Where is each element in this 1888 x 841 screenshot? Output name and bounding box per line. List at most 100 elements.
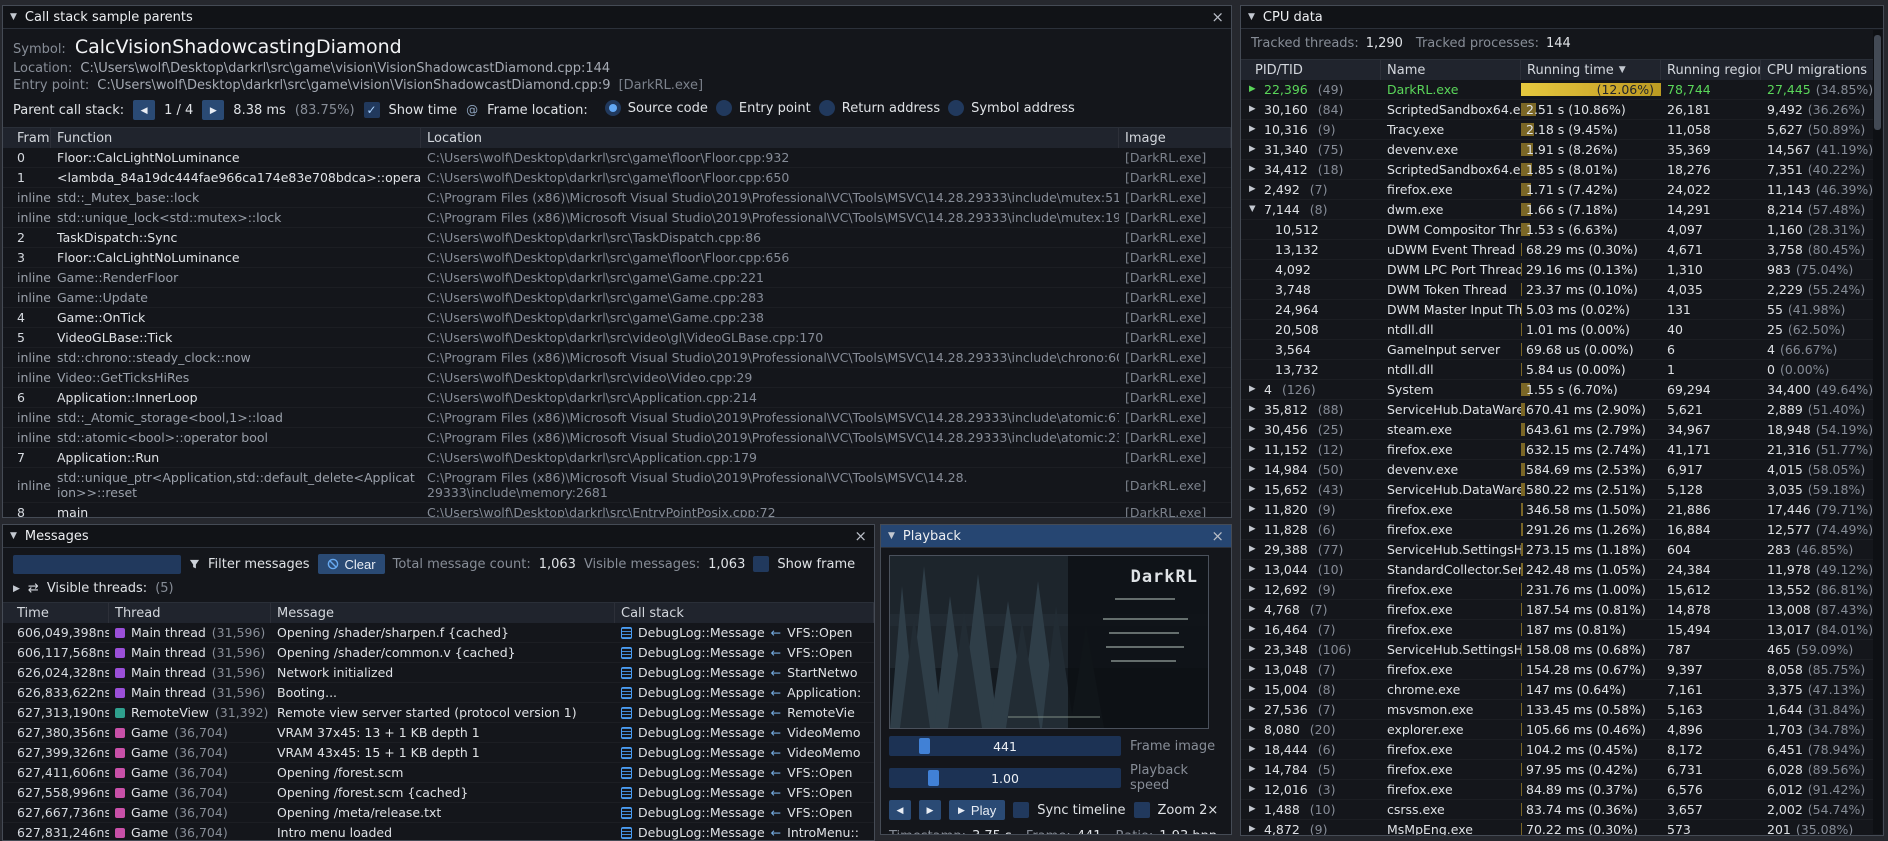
message-row[interactable]: 627,831,246nsGame(36,704)Intro menu load…: [3, 823, 874, 840]
show-frame-checkbox[interactable]: [753, 556, 769, 572]
message-row[interactable]: 626,833,622nsMain thread(31,596)Booting.…: [3, 683, 874, 703]
expand-icon[interactable]: ▶: [1249, 822, 1258, 835]
message-row[interactable]: 626,024,328nsMain thread(31,596)Network …: [3, 663, 874, 683]
column-header-running-regions[interactable]: Running regions: [1661, 60, 1761, 80]
message-row[interactable]: 627,380,356nsGame(36,704)VRAM 37x45: 13 …: [3, 723, 874, 743]
callstack-frame-row[interactable]: 2TaskDispatch::SyncC:\Users\wolf\Desktop…: [3, 228, 1231, 248]
collapse-icon[interactable]: ▼: [10, 532, 17, 541]
slider-grab[interactable]: [928, 770, 939, 786]
callstack-cell[interactable]: DebugLog::Message←VFS::Open: [615, 643, 874, 662]
slider-grab[interactable]: [919, 738, 930, 754]
callstack-frame-row[interactable]: inlinestd::_Atomic_storage<bool,1>::load…: [3, 408, 1231, 428]
expand-icon[interactable]: ▶: [1249, 482, 1258, 497]
expand-icon[interactable]: ▶: [1249, 662, 1258, 677]
collapse-icon[interactable]: ▼: [888, 532, 895, 541]
column-header-callstack[interactable]: Call stack: [615, 603, 874, 623]
collapse-icon[interactable]: ▼: [10, 13, 17, 22]
cpu-row[interactable]: ▶13,044(10)StandardCollector.Servic242.4…: [1241, 560, 1874, 580]
play-button[interactable]: ▶ Play: [949, 800, 1005, 820]
column-header-frame[interactable]: Frame: [3, 128, 51, 148]
column-header-cpu-migrations[interactable]: CPU migrations: [1761, 60, 1874, 80]
radio-return-address[interactable]: Return address: [819, 100, 940, 116]
cpu-row[interactable]: ▶8,080(20)explorer.exe105.66 ms (0.46%)4…: [1241, 720, 1874, 740]
column-header-running-time[interactable]: Running time ▼: [1521, 60, 1661, 80]
cpu-row[interactable]: ▶11,828(6)firefox.exe291.26 ms (1.26%)16…: [1241, 520, 1874, 540]
callstack-frame-row[interactable]: 8mainC:\Users\wolf\Desktop\darkrl\src\En…: [3, 503, 1231, 517]
callstack-frame-row[interactable]: inlinestd::_Mutex_base::lockC:\Program F…: [3, 188, 1231, 208]
callstack-cell[interactable]: DebugLog::Message←VideoMemo: [615, 723, 874, 742]
callstack-cell[interactable]: DebugLog::Message←VFS::Open: [615, 803, 874, 822]
cpu-row[interactable]: ▶4(126)System1.55 s (6.70%)69,29434,400(…: [1241, 380, 1874, 400]
message-row[interactable]: 627,558,996nsGame(36,704)Opening /forest…: [3, 783, 874, 803]
expand-icon[interactable]: ▶: [1249, 102, 1258, 117]
cpu-row[interactable]: ▶4,768(7)firefox.exe187.54 ms (0.81%)14,…: [1241, 600, 1874, 620]
message-row[interactable]: 627,399,326nsGame(36,704)VRAM 43x45: 15 …: [3, 743, 874, 763]
callstack-frame-row[interactable]: inlineVideo::GetTicksHiResC:\Users\wolf\…: [3, 368, 1231, 388]
messages-titlebar[interactable]: ▼ Messages ×: [3, 525, 874, 548]
cpu-row[interactable]: 3,564GameInput server69.68 us (0.00%)64(…: [1241, 340, 1874, 360]
cpu-row[interactable]: ▶11,820(9)firefox.exe346.58 ms (1.50%)21…: [1241, 500, 1874, 520]
callstack-cell[interactable]: DebugLog::Message←RemoteVie: [615, 703, 874, 722]
message-row[interactable]: 606,049,398nsMain thread(31,596)Opening …: [3, 623, 874, 643]
callstack-frame-row[interactable]: 3Floor::CalcLightNoLuminanceC:\Users\wol…: [3, 248, 1231, 268]
expand-icon[interactable]: ▶: [1249, 722, 1258, 737]
callstack-cell[interactable]: DebugLog::Message←VideoMemo: [615, 743, 874, 762]
cpu-row[interactable]: ▶10,316(9)Tracy.exe2.18 s (9.45%)11,0585…: [1241, 120, 1874, 140]
cpu-row[interactable]: ▼7,144(8)dwm.exe1.66 s (7.18%)14,2918,21…: [1241, 200, 1874, 220]
cpu-row[interactable]: ▶14,784(5)firefox.exe97.95 ms (0.42%)6,7…: [1241, 760, 1874, 780]
collapse-icon[interactable]: ▼: [1249, 202, 1258, 217]
zoom-2x-checkbox[interactable]: [1134, 802, 1150, 818]
expand-icon[interactable]: ▶: [1249, 562, 1258, 577]
cpu-row[interactable]: 24,964DWM Master Input Threa5.03 ms (0.0…: [1241, 300, 1874, 320]
visible-threads-label[interactable]: Visible threads:: [47, 581, 147, 596]
next-frame-button[interactable]: ▶: [919, 800, 941, 820]
show-time-checkbox[interactable]: ✓: [364, 102, 380, 118]
expand-icon[interactable]: ▶: [1249, 502, 1258, 517]
prev-callstack-button[interactable]: ◀: [133, 100, 155, 120]
callstack-cell[interactable]: DebugLog::Message←StartNetwo: [615, 663, 874, 682]
close-icon[interactable]: ×: [1211, 529, 1224, 544]
callstack-cell[interactable]: DebugLog::Message←VFS::Open: [615, 623, 874, 642]
callstack-frame-row[interactable]: inlinestd::atomic<bool>::operator boolC:…: [3, 428, 1231, 448]
cpu-row[interactable]: 10,512DWM Compositor Threa1.53 s (6.63%)…: [1241, 220, 1874, 240]
cpu-row[interactable]: 13,132uDWM Event Thread68.29 ms (0.30%)4…: [1241, 240, 1874, 260]
expand-icon[interactable]: ▶: [1249, 582, 1258, 597]
scrollbar[interactable]: [1873, 30, 1882, 834]
column-header-pid-tid[interactable]: PID/TID: [1241, 60, 1381, 80]
playback-titlebar[interactable]: ▼ Playback ×: [881, 525, 1231, 548]
expand-icon[interactable]: ▶: [1249, 142, 1258, 157]
callstack-frame-row[interactable]: inlinestd::chrono::steady_clock::nowC:\P…: [3, 348, 1231, 368]
expand-icon[interactable]: ▶: [1249, 622, 1258, 637]
expand-icon[interactable]: ▶: [1249, 522, 1258, 537]
callstack-frame-row[interactable]: 6Application::InnerLoopC:\Users\wolf\Des…: [3, 388, 1231, 408]
cpu-row[interactable]: ▶23,348(106)ServiceHub.SettingsHost158.0…: [1241, 640, 1874, 660]
expand-icon[interactable]: ▶: [1249, 602, 1258, 617]
callstack-frame-row[interactable]: inlineGame::UpdateC:\Users\wolf\Desktop\…: [3, 288, 1231, 308]
cpu-row[interactable]: ▶16,464(7)firefox.exe187 ms (0.81%)15,49…: [1241, 620, 1874, 640]
cpu-row[interactable]: ▶4,872(9)MsMpEng.exe70.22 ms (0.30%)5732…: [1241, 820, 1874, 835]
cpu-row[interactable]: ▶30,456(25)steam.exe643.61 ms (2.79%)34,…: [1241, 420, 1874, 440]
expand-icon[interactable]: ▶: [13, 584, 20, 594]
cpu-row[interactable]: ▶18,444(6)firefox.exe104.2 ms (0.45%)8,1…: [1241, 740, 1874, 760]
callstack-frame-row[interactable]: inlinestd::unique_lock<std::mutex>::lock…: [3, 208, 1231, 228]
callstack-frame-row[interactable]: inlineGame::RenderFloorC:\Users\wolf\Des…: [3, 268, 1231, 288]
scrollbar-thumb[interactable]: [1874, 35, 1881, 130]
callstack-frame-row[interactable]: inlinestd::unique_ptr<Application,std::d…: [3, 468, 1231, 503]
cpu-row[interactable]: ▶27,536(7)msvsmon.exe133.45 ms (0.58%)5,…: [1241, 700, 1874, 720]
callstack-cell[interactable]: DebugLog::Message←VFS::Open: [615, 783, 874, 802]
message-row[interactable]: 627,411,606nsGame(36,704)Opening /forest…: [3, 763, 874, 783]
cpu-row[interactable]: ▶31,340(75)devenv.exe1.91 s (8.26%)35,36…: [1241, 140, 1874, 160]
radio-entry-point[interactable]: Entry point: [716, 100, 811, 116]
playback-frame-image[interactable]: DarkRL: [889, 555, 1209, 729]
expand-icon[interactable]: ▶: [1249, 402, 1258, 417]
cpu-row[interactable]: ▶12,016(3)firefox.exe84.89 ms (0.37%)6,5…: [1241, 780, 1874, 800]
close-icon[interactable]: ×: [1211, 10, 1224, 25]
callstack-cell[interactable]: DebugLog::Message←VFS::Open: [615, 763, 874, 782]
message-row[interactable]: 627,313,190nsRemoteView(31,392)Remote vi…: [3, 703, 874, 723]
callstack-frame-row[interactable]: 0Floor::CalcLightNoLuminanceC:\Users\wol…: [3, 148, 1231, 168]
callstack-frame-row[interactable]: 1<lambda_84a19dc444fae966ca174e83e708bdc…: [3, 168, 1231, 188]
frame-image-slider[interactable]: 441: [889, 736, 1121, 756]
next-callstack-button[interactable]: ▶: [202, 100, 224, 120]
callstack-cell[interactable]: DebugLog::Message←Application:: [615, 683, 874, 702]
expand-icon[interactable]: ▶: [1249, 462, 1258, 477]
